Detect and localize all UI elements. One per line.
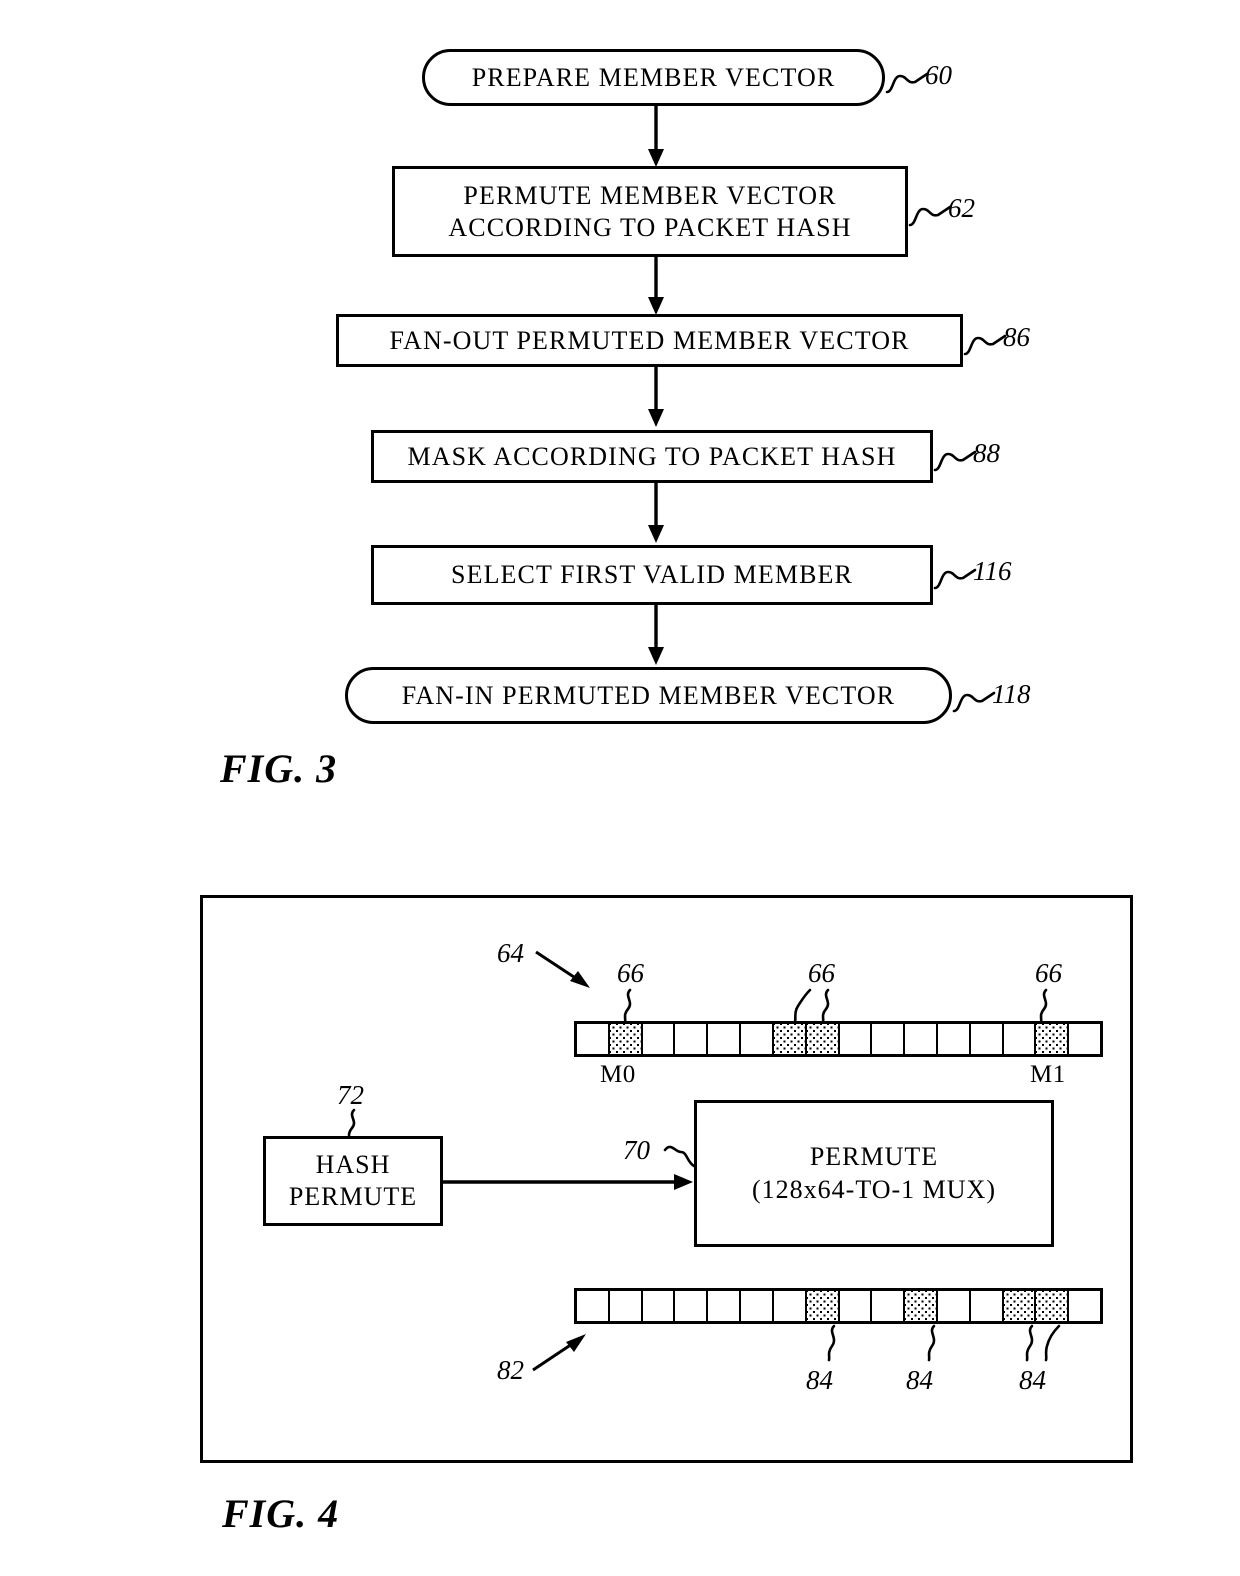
vector-cell (839, 1024, 873, 1054)
figure-caption-4: FIG. 4 (222, 1491, 340, 1536)
vector-cell (773, 1024, 807, 1054)
leader-squiggle-84-b (927, 1324, 936, 1362)
leader-squiggle-66-b2 (821, 988, 830, 1024)
vector-cell-label-m1: M1 (1030, 1061, 1066, 1088)
leader-squiggle-84-a (827, 1324, 836, 1362)
reference-numeral-84-b: 84 (906, 1365, 933, 1395)
input-member-vector (574, 1021, 1103, 1057)
vector-cell (1003, 1291, 1037, 1321)
reference-numeral-82: 82 (497, 1355, 524, 1385)
vector-cell (741, 1024, 774, 1054)
hash-permute-block: HASH PERMUTE (263, 1136, 443, 1226)
leader-squiggle-66-a (623, 988, 632, 1024)
vector-cell (806, 1024, 840, 1054)
reference-numeral-84-a: 84 (806, 1365, 833, 1395)
vector-cell (1069, 1024, 1100, 1054)
arrow-hash-permute-to-permute (443, 1174, 693, 1190)
leader-squiggle-70 (663, 1145, 696, 1168)
vector-cell (675, 1024, 709, 1054)
vector-cell (741, 1291, 774, 1321)
vector-cell (609, 1291, 643, 1321)
output-member-vector (574, 1288, 1103, 1324)
reference-numeral-84-c: 84 (1019, 1365, 1046, 1395)
vector-cell (577, 1024, 610, 1054)
permute-mux-label-line1: PERMUTE (809, 1142, 939, 1171)
vector-cell (642, 1291, 676, 1321)
hash-permute-label-line1: HASH (315, 1149, 391, 1179)
vector-cell (1069, 1291, 1100, 1321)
vector-cell (1036, 1291, 1070, 1321)
vector-cell-label-m0: M0 (600, 1061, 636, 1088)
vector-cell (609, 1024, 643, 1054)
vector-cell (773, 1291, 807, 1321)
leader-squiggle-84-c2 (1044, 1324, 1061, 1362)
vector-cell (905, 1024, 938, 1054)
hash-permute-label-line2: PERMUTE (288, 1182, 418, 1211)
leader-arrow-82 (532, 1334, 586, 1372)
vector-cell (1036, 1024, 1070, 1054)
reference-numeral-66-c: 66 (1035, 958, 1062, 988)
vector-cell (642, 1024, 676, 1054)
leader-squiggle-66-b (793, 988, 812, 1024)
permute-mux-label-line2: (128x64-TO-1 MUX) (752, 1174, 996, 1204)
vector-cell (937, 1024, 971, 1054)
vector-cell (872, 1024, 906, 1054)
leader-arrow-64 (535, 950, 590, 988)
reference-numeral-66-a: 66 (617, 958, 644, 988)
hash-permute-label: HASH PERMUTE (279, 1149, 427, 1214)
vector-cell (1003, 1024, 1037, 1054)
reference-numeral-70: 70 (623, 1135, 650, 1165)
vector-cell (577, 1291, 610, 1321)
reference-numeral-64: 64 (497, 938, 524, 968)
vector-cell (675, 1291, 709, 1321)
vector-cell (970, 1024, 1004, 1054)
leader-squiggle-66-c (1039, 988, 1048, 1024)
vector-cell (708, 1291, 742, 1321)
permute-mux-label: PERMUTE (128x64-TO-1 MUX) (742, 1141, 1006, 1206)
vector-cell (905, 1291, 938, 1321)
vector-cell (708, 1024, 742, 1054)
permute-mux-block: PERMUTE (128x64-TO-1 MUX) (694, 1100, 1054, 1247)
vector-cell (937, 1291, 971, 1321)
vector-cell (970, 1291, 1004, 1321)
vector-cell (806, 1291, 840, 1321)
reference-numeral-66-b: 66 (808, 958, 835, 988)
figure-sheet: PREPARE MEMBER VECTOR 60 PERMUTE MEMBER … (0, 0, 1240, 1576)
reference-numeral-72: 72 (337, 1080, 364, 1110)
vector-cell (872, 1291, 906, 1321)
vector-cell (839, 1291, 873, 1321)
figure-4: 64 66 66 66 M0 M1 72 HASH PERMUTE 70 PER… (0, 0, 1240, 1576)
